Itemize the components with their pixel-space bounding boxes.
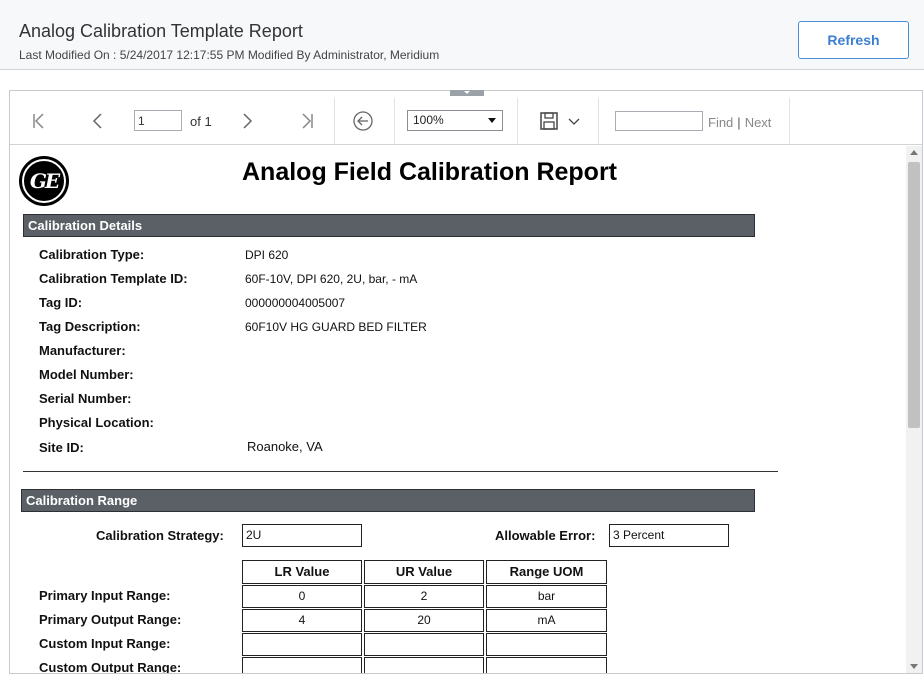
ge-logo: GE: [19, 156, 69, 206]
last-modified-info: Last Modified On : 5/24/2017 12:17:55 PM…: [19, 48, 440, 62]
page-count-label: of 1: [190, 114, 212, 129]
page-title: Analog Calibration Template Report: [19, 21, 303, 41]
grid-column-header: Range UOM: [486, 560, 607, 584]
page-number-input[interactable]: [134, 110, 182, 131]
detail-label: Physical Location:: [39, 415, 154, 430]
allowable-error-label: Allowable Error:: [495, 528, 596, 543]
range-row-label: Primary Output Range:: [39, 612, 182, 627]
range-cell: 2: [364, 585, 484, 608]
export-dropdown-chevron-icon[interactable]: [562, 109, 586, 133]
detail-label: Tag Description:: [39, 319, 141, 334]
range-cell: [364, 633, 484, 656]
range-cell: [486, 657, 607, 673]
detail-label: Model Number:: [39, 367, 134, 382]
find-link[interactable]: Find: [708, 115, 733, 130]
detail-value: DPI 620: [245, 248, 289, 262]
first-page-icon[interactable]: [27, 109, 51, 133]
zoom-value: 100%: [413, 113, 444, 127]
scroll-up-icon[interactable]: [910, 150, 918, 155]
collapse-toggle-icon[interactable]: [450, 90, 484, 96]
page-header: Analog Calibration Template Report Last …: [0, 0, 924, 70]
range-cell: 20: [364, 609, 484, 632]
detail-value: 000000004005007: [245, 296, 346, 310]
detail-label: Tag ID:: [39, 295, 83, 310]
previous-page-icon[interactable]: [86, 109, 110, 133]
report-viewer: of 1 100% Find | Next: [9, 90, 923, 674]
viewer-toolbar: of 1 100% Find | Next: [10, 98, 922, 145]
next-page-icon[interactable]: [235, 109, 259, 133]
detail-label: Site ID:: [39, 440, 84, 455]
detail-label: Calibration Template ID:: [39, 271, 188, 286]
range-cell: [242, 657, 362, 673]
detail-value: Roanoke, VA: [247, 439, 323, 454]
refresh-button[interactable]: Refresh: [798, 21, 909, 59]
back-to-parent-icon[interactable]: [351, 109, 375, 133]
report-page: GE Analog Field Calibration Report Calib…: [10, 146, 905, 673]
calibration-details-header: Calibration Details: [23, 214, 755, 237]
toolbar-divider: [394, 98, 395, 144]
detail-value: 60F10V HG GUARD BED FILTER: [245, 320, 427, 334]
range-cell: bar: [486, 585, 607, 608]
range-cell: [486, 633, 607, 656]
dropdown-arrow-icon: [488, 118, 496, 123]
find-controls: Find | Next: [708, 115, 771, 130]
range-cell: [242, 633, 362, 656]
scrollbar-thumb[interactable]: [908, 162, 920, 428]
report-title: Analog Field Calibration Report: [242, 158, 618, 186]
find-text-input[interactable]: [615, 111, 703, 131]
detail-label: Serial Number:: [39, 391, 132, 406]
detail-label: Manufacturer:: [39, 343, 126, 358]
toolbar-divider: [598, 98, 599, 144]
zoom-select[interactable]: 100%: [407, 110, 503, 131]
range-row-label: Custom Input Range:: [39, 636, 171, 651]
scroll-down-icon[interactable]: [910, 664, 918, 669]
toolbar-divider: [789, 98, 790, 144]
find-separator: |: [737, 115, 741, 130]
section-divider: [23, 471, 778, 472]
range-cell: 0: [242, 585, 362, 608]
find-next-link[interactable]: Next: [745, 115, 772, 130]
allowable-error-value: 3 Percent: [609, 524, 729, 547]
range-row-label: Custom Output Range:: [39, 660, 182, 673]
toolbar-divider: [517, 98, 518, 144]
calibration-strategy-value: 2U: [242, 524, 362, 547]
range-cell: 4: [242, 609, 362, 632]
grid-column-header: LR Value: [242, 560, 362, 584]
save-export-icon[interactable]: [537, 109, 561, 133]
calibration-strategy-label: Calibration Strategy:: [96, 528, 224, 543]
detail-value: 60F-10V, DPI 620, 2U, bar, - mA: [245, 272, 418, 286]
range-row-label: Primary Input Range:: [39, 588, 171, 603]
grid-column-header: UR Value: [364, 560, 484, 584]
detail-label: Calibration Type:: [39, 247, 145, 262]
range-cell: mA: [486, 609, 607, 632]
vertical-scrollbar[interactable]: [906, 146, 922, 673]
calibration-range-header: Calibration Range: [21, 489, 755, 512]
last-page-icon[interactable]: [295, 109, 319, 133]
range-cell: [364, 657, 484, 673]
toolbar-divider: [334, 98, 335, 144]
